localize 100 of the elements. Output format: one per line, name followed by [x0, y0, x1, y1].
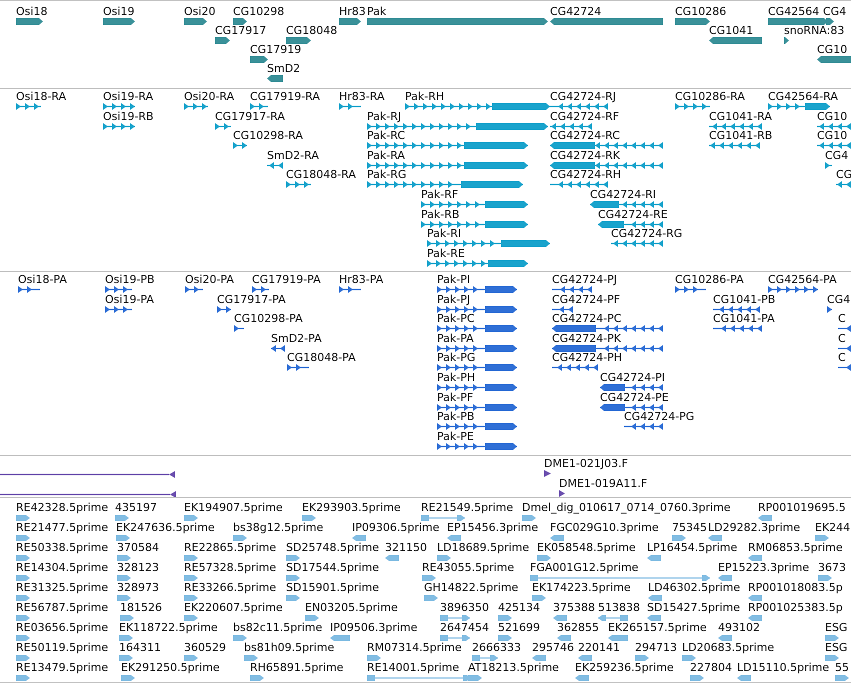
transcript-glyph[interactable]	[675, 103, 710, 110]
transcript-glyph[interactable]	[768, 103, 830, 110]
est-glyph[interactable]	[120, 615, 134, 621]
match-glyph[interactable]	[544, 470, 551, 477]
transcript-glyph[interactable]	[184, 103, 208, 110]
gene-glyph[interactable]	[233, 18, 247, 25]
protein-glyph[interactable]	[552, 306, 573, 313]
est-glyph[interactable]	[557, 635, 571, 641]
transcript-glyph[interactable]	[550, 142, 663, 149]
transcript-glyph[interactable]	[709, 142, 760, 149]
protein-glyph[interactable]	[339, 286, 361, 293]
protein-glyph[interactable]	[234, 325, 244, 332]
est-glyph[interactable]	[522, 515, 536, 521]
est-glyph[interactable]	[532, 655, 546, 661]
protein-glyph[interactable]	[437, 423, 517, 430]
match-glyph[interactable]	[559, 490, 565, 497]
protein-glyph[interactable]	[827, 306, 832, 313]
transcript-glyph[interactable]	[367, 123, 548, 130]
transcript-glyph[interactable]	[367, 181, 523, 188]
transcript-glyph[interactable]	[421, 201, 528, 208]
protein-glyph[interactable]	[675, 286, 706, 293]
protein-glyph[interactable]	[713, 325, 762, 332]
est-glyph[interactable]	[682, 655, 696, 661]
est-glyph[interactable]	[553, 615, 567, 621]
est-glyph[interactable]	[16, 535, 30, 541]
est-glyph[interactable]	[119, 635, 133, 641]
gene-glyph[interactable]	[784, 37, 789, 44]
est-glyph[interactable]	[119, 655, 133, 661]
match-glyph[interactable]	[0, 471, 175, 478]
protein-glyph[interactable]	[768, 286, 818, 293]
protein-glyph[interactable]	[271, 345, 285, 352]
est-glyph[interactable]	[718, 635, 732, 641]
protein-glyph[interactable]	[437, 306, 517, 313]
transcript-glyph[interactable]	[709, 123, 762, 130]
est-glyph[interactable]	[437, 555, 451, 561]
gene-glyph[interactable]	[339, 18, 361, 25]
protein-glyph[interactable]	[18, 286, 40, 293]
est-glyph[interactable]	[635, 655, 649, 661]
est-glyph[interactable]	[598, 615, 628, 621]
est-glyph[interactable]	[748, 555, 762, 561]
gene-glyph[interactable]	[103, 18, 135, 25]
protein-glyph[interactable]	[624, 423, 663, 430]
transcript-glyph[interactable]	[427, 240, 550, 247]
transcript-glyph[interactable]	[817, 123, 851, 130]
est-glyph[interactable]	[690, 675, 704, 681]
transcript-glyph[interactable]	[103, 103, 135, 110]
gene-glyph[interactable]	[267, 75, 283, 82]
transcript-glyph[interactable]	[836, 181, 851, 188]
protein-glyph[interactable]	[600, 384, 663, 391]
transcript-glyph[interactable]	[286, 181, 311, 188]
transcript-glyph[interactable]	[611, 240, 663, 247]
est-glyph[interactable]	[737, 675, 751, 681]
protein-glyph[interactable]	[437, 345, 517, 352]
est-glyph[interactable]	[550, 535, 564, 541]
gene-glyph[interactable]	[215, 37, 230, 44]
est-glyph[interactable]	[116, 535, 130, 541]
est-glyph[interactable]	[498, 635, 512, 641]
est-glyph[interactable]	[498, 615, 512, 621]
protein-glyph[interactable]	[217, 306, 231, 313]
est-glyph[interactable]	[330, 635, 350, 641]
transcript-glyph[interactable]	[550, 181, 608, 188]
est-glyph[interactable]	[447, 535, 461, 541]
est-glyph[interactable]	[302, 515, 316, 521]
est-glyph[interactable]	[184, 515, 198, 521]
est-glyph[interactable]	[117, 555, 131, 561]
est-glyph[interactable]	[250, 675, 264, 681]
est-glyph[interactable]	[440, 615, 470, 621]
protein-glyph[interactable]	[252, 286, 269, 293]
gene-glyph[interactable]	[184, 18, 207, 25]
transcript-glyph[interactable]	[367, 142, 528, 149]
gene-glyph[interactable]	[16, 18, 43, 25]
est-glyph[interactable]	[608, 635, 628, 641]
est-glyph[interactable]	[421, 515, 465, 521]
transcript-glyph[interactable]	[598, 221, 663, 228]
est-glyph[interactable]	[286, 555, 300, 561]
est-glyph[interactable]	[835, 675, 849, 681]
est-glyph[interactable]	[578, 655, 592, 661]
transcript-glyph[interactable]	[233, 142, 247, 149]
transcript-glyph[interactable]	[825, 162, 832, 169]
est-glyph[interactable]	[16, 555, 30, 561]
transcript-glyph[interactable]	[250, 103, 268, 110]
protein-glyph[interactable]	[552, 364, 598, 371]
est-glyph[interactable]	[367, 675, 471, 681]
est-glyph[interactable]	[424, 595, 438, 601]
transcript-glyph[interactable]	[215, 123, 231, 130]
est-glyph[interactable]	[748, 595, 762, 601]
est-glyph[interactable]	[286, 575, 300, 581]
est-glyph[interactable]	[16, 655, 30, 661]
transcript-glyph[interactable]	[817, 142, 851, 149]
protein-glyph[interactable]	[552, 345, 663, 352]
est-glyph[interactable]	[758, 515, 772, 521]
protein-glyph[interactable]	[552, 325, 663, 332]
est-glyph[interactable]	[184, 615, 198, 621]
est-glyph[interactable]	[537, 555, 551, 561]
est-glyph[interactable]	[305, 615, 319, 621]
protein-glyph[interactable]	[838, 325, 851, 332]
protein-glyph[interactable]	[437, 443, 517, 450]
transcript-glyph[interactable]	[427, 260, 528, 267]
est-glyph[interactable]	[117, 575, 131, 581]
gene-glyph[interactable]	[286, 37, 311, 44]
